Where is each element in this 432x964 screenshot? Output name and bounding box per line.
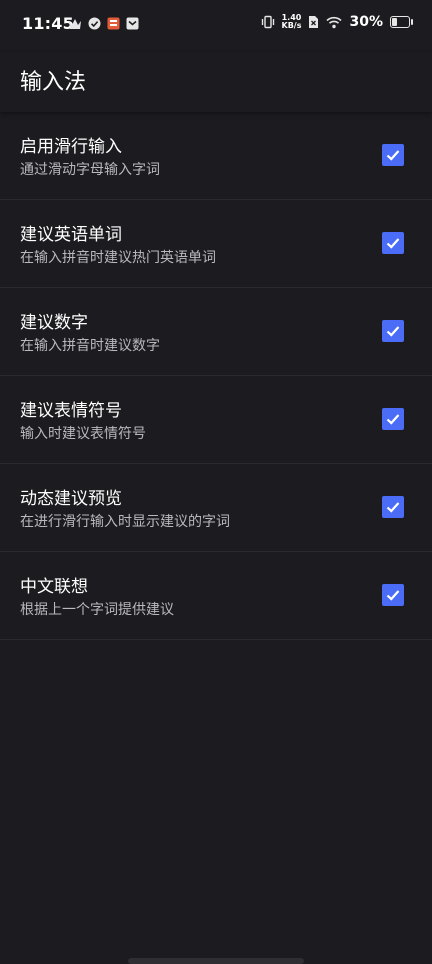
check-circle-icon <box>88 17 101 30</box>
setting-row-glide-typing[interactable]: 启用滑行输入 通过滑动字母输入字词 <box>0 112 432 200</box>
checkmark-icon <box>386 238 400 249</box>
setting-subtitle: 在输入拼音时建议数字 <box>20 338 160 354</box>
status-time: 11:45 <box>22 14 74 33</box>
checkmark-icon <box>386 326 400 337</box>
setting-title: 中文联想 <box>20 577 88 597</box>
checkmark-icon <box>386 590 400 601</box>
battery-percentage: 30% <box>349 14 383 30</box>
crown-icon <box>69 18 81 29</box>
setting-title: 建议英语单词 <box>20 225 122 245</box>
setting-subtitle: 通过滑动字母输入字词 <box>20 162 160 178</box>
checkbox[interactable] <box>382 496 404 518</box>
checkbox[interactable] <box>382 144 404 166</box>
setting-subtitle: 在输入拼音时建议热门英语单词 <box>20 250 216 266</box>
app-bar: 输入法 <box>0 52 432 112</box>
setting-subtitle: 根据上一个字词提供建议 <box>20 602 174 618</box>
status-right-icons: 1.40 KB/s 30% <box>261 14 413 30</box>
setting-row-chinese-association[interactable]: 中文联想 根据上一个字词提供建议 <box>0 552 432 640</box>
checkbox[interactable] <box>382 408 404 430</box>
network-speed-unit: KB/s <box>281 21 302 30</box>
status-bar: 11:45 1.40 KB/s 30% <box>0 0 432 52</box>
vibrate-icon <box>261 15 274 29</box>
setting-title: 启用滑行输入 <box>20 137 122 157</box>
setting-row-english-words[interactable]: 建议英语单词 在输入拼音时建议热门英语单词 <box>0 200 432 288</box>
checkmark-icon <box>386 502 400 513</box>
setting-title: 动态建议预览 <box>20 489 122 509</box>
checkmark-icon <box>386 150 400 161</box>
notification-icons <box>68 17 139 30</box>
wifi-icon <box>326 16 343 28</box>
home-indicator[interactable] <box>128 958 304 964</box>
checkmark-icon <box>386 414 400 425</box>
setting-title: 建议表情符号 <box>20 401 122 421</box>
page-title: 输入法 <box>20 70 87 95</box>
battery-level <box>392 18 397 26</box>
mail-icon <box>126 17 139 30</box>
setting-row-emoji[interactable]: 建议表情符号 输入时建议表情符号 <box>0 376 432 464</box>
setting-title: 建议数字 <box>20 313 88 333</box>
settings-list: 启用滑行输入 通过滑动字母输入字词 建议英语单词 在输入拼音时建议热门英语单词 … <box>0 112 432 640</box>
setting-row-dynamic-preview[interactable]: 动态建议预览 在进行滑行输入时显示建议的字词 <box>0 464 432 552</box>
setting-row-numbers[interactable]: 建议数字 在输入拼音时建议数字 <box>0 288 432 376</box>
checkbox[interactable] <box>382 232 404 254</box>
setting-subtitle: 在进行滑行输入时显示建议的字词 <box>20 514 230 530</box>
setting-subtitle: 输入时建议表情符号 <box>20 426 146 442</box>
checkbox[interactable] <box>382 320 404 342</box>
battery-icon <box>390 16 413 28</box>
checkbox[interactable] <box>382 584 404 606</box>
network-speed: 1.40 KB/s <box>282 14 302 30</box>
sim-icon <box>309 16 319 28</box>
app-icon <box>107 17 120 30</box>
